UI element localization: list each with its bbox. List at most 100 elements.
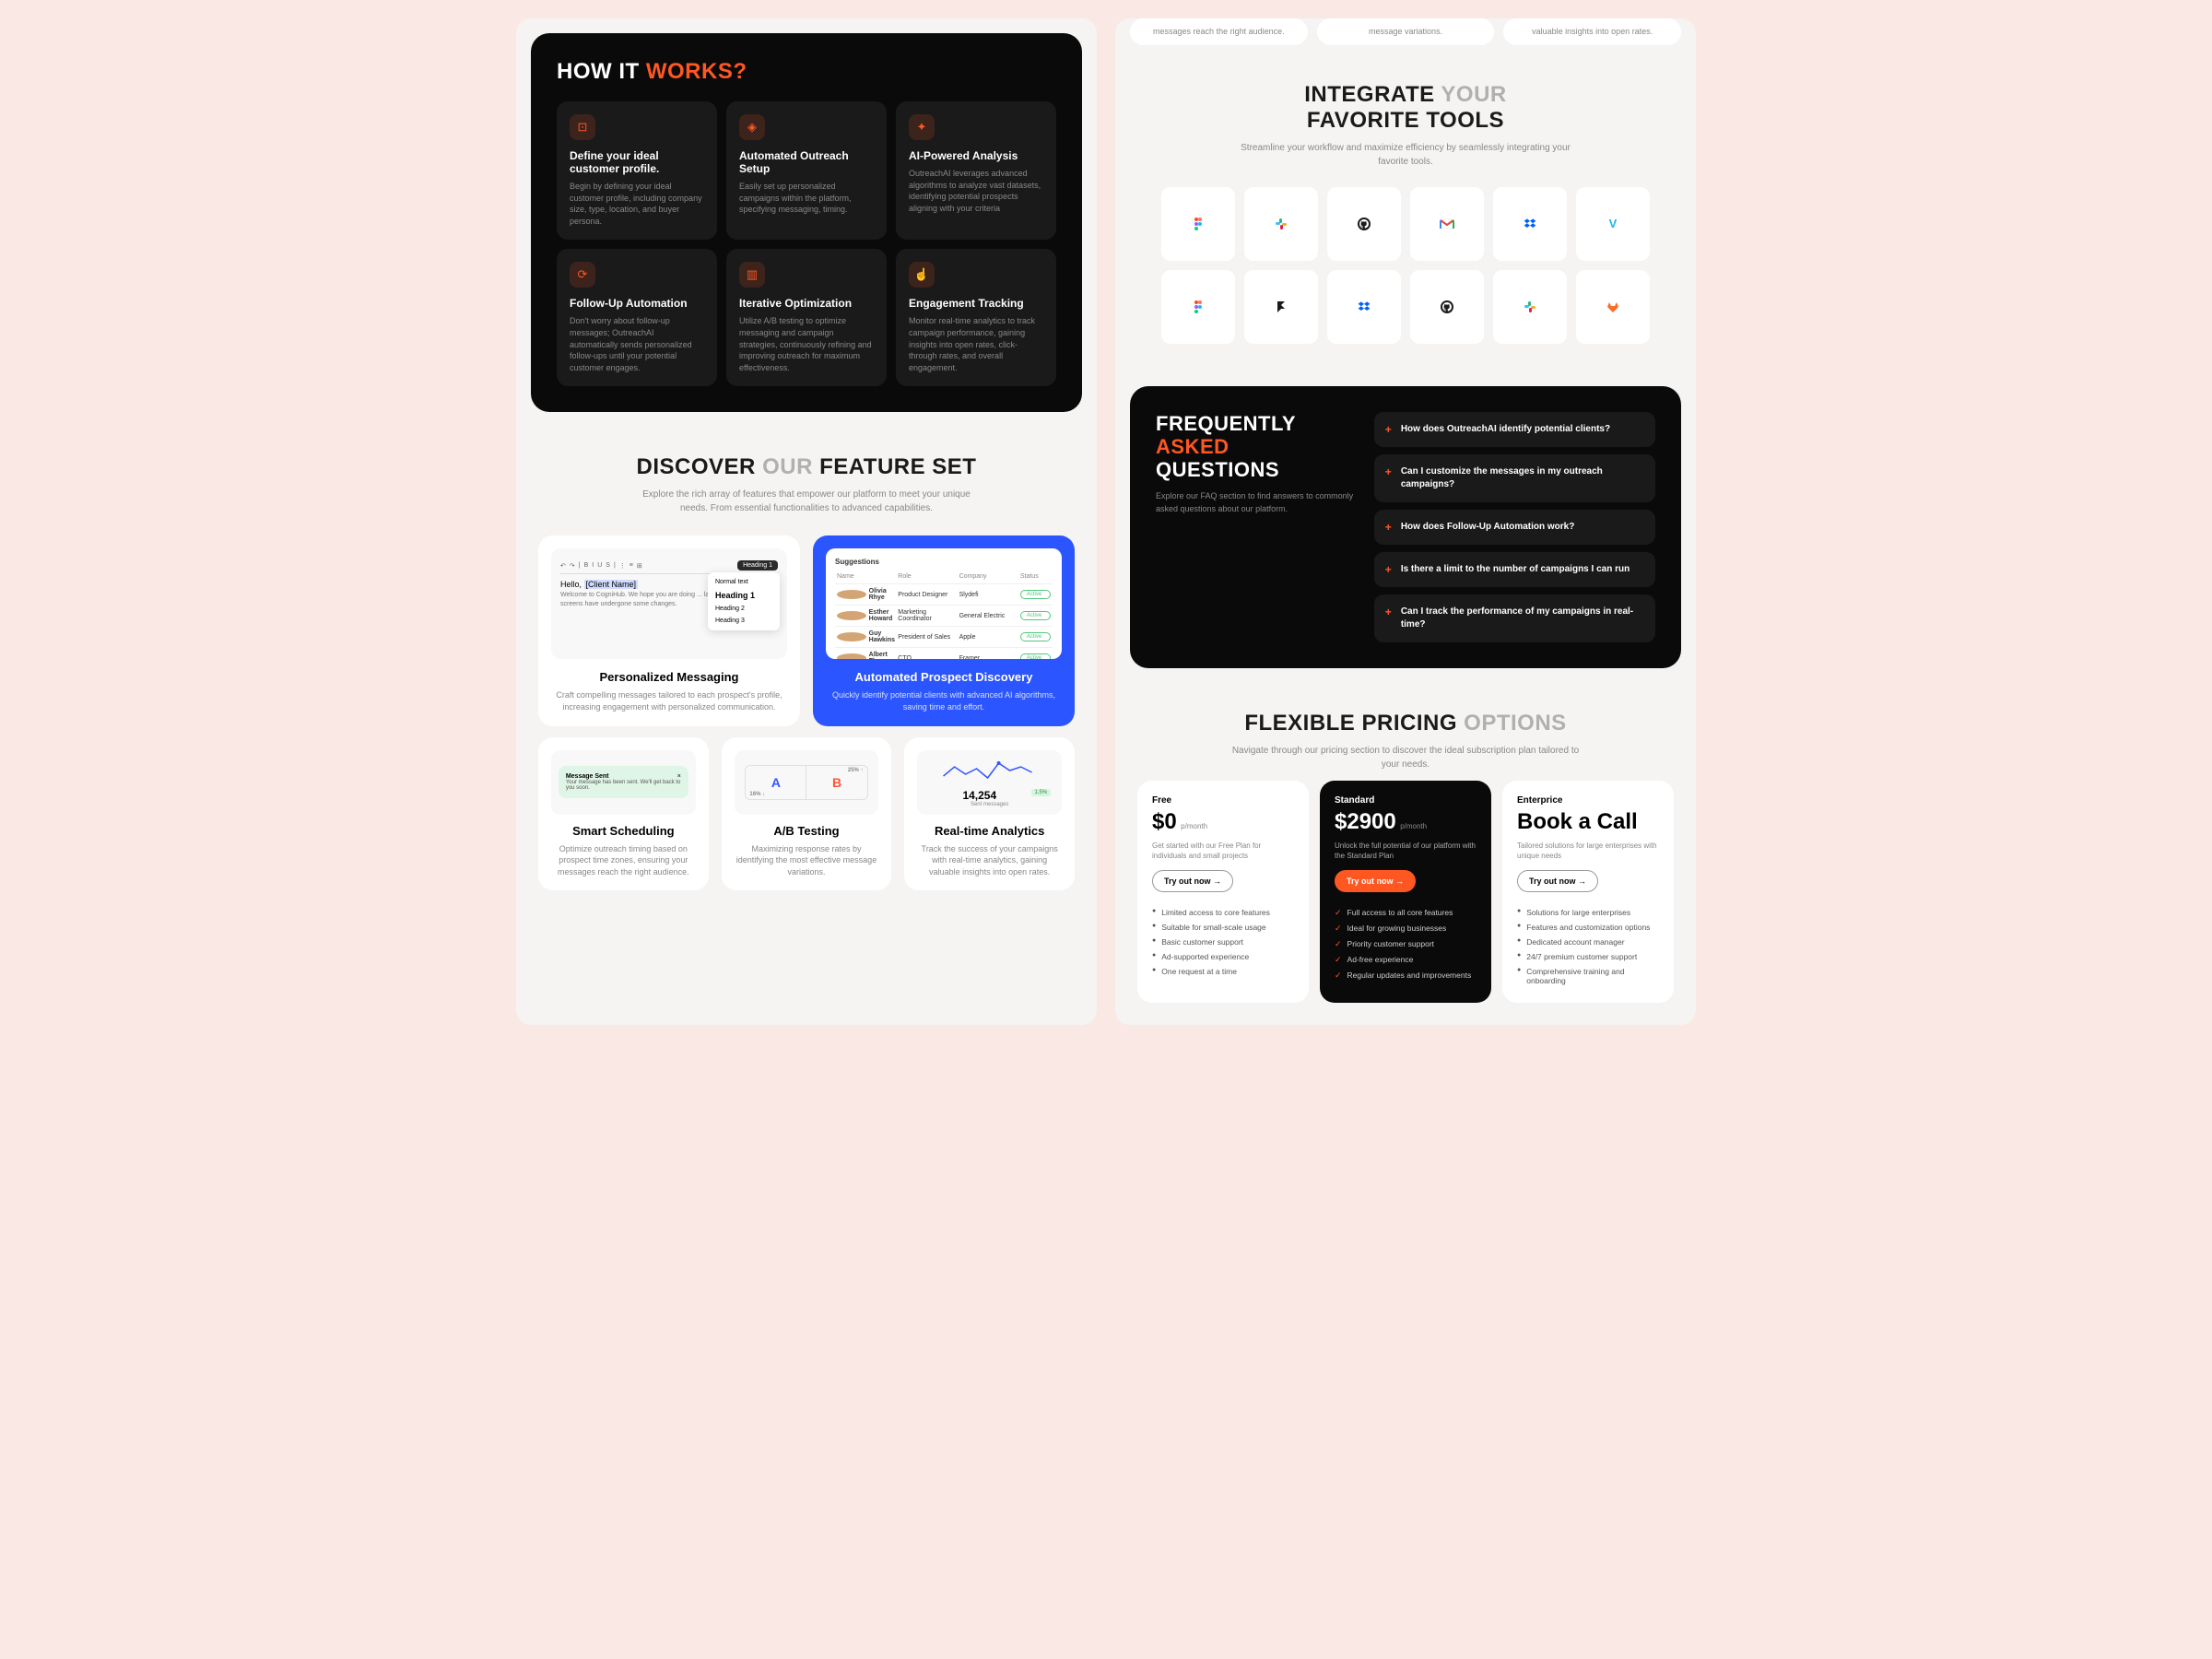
feature-personalized-messaging[interactable]: ↶↷|BIUS|⋮≡⊞ Heading 1 Hello, [Client Nam…	[538, 535, 800, 725]
price-desc: Get started with our Free Plan for indiv…	[1152, 841, 1294, 861]
hiw-card: ☝Engagement TrackingMonitor real-time an…	[896, 249, 1056, 386]
figma-icon[interactable]	[1161, 187, 1235, 261]
price-feature: Ad-free experience	[1335, 952, 1477, 968]
hiw-icon: ⊡	[570, 114, 595, 140]
dropbox-icon[interactable]	[1493, 187, 1567, 261]
suggestion-row[interactable]: Esther HowardMarketing CoordinatorGenera…	[835, 606, 1053, 627]
gitlab-icon[interactable]	[1576, 270, 1650, 344]
try-out-button[interactable]: Try out now →	[1335, 870, 1416, 892]
price-amount: Book a Call	[1517, 809, 1638, 834]
discover-header: DISCOVER OUR FEATURE SET Explore the ric…	[516, 427, 1097, 524]
price-feature: Features and customization options	[1517, 920, 1659, 935]
suggestion-row[interactable]: Olivia RhyeProduct DesignerSlydefiActive	[835, 584, 1053, 606]
feature-title: Personalized Messaging	[551, 670, 787, 684]
hiw-card-desc: Utilize A/B testing to optimize messagin…	[739, 315, 874, 373]
pricing-subtitle: Navigate through our pricing section to …	[1230, 744, 1581, 771]
feature-realtime-analytics[interactable]: 14,2541.5% Sent messages Real-time Analy…	[904, 737, 1075, 891]
hiw-card-desc: Begin by defining your ideal customer pr…	[570, 181, 704, 227]
faq-item[interactable]: + Can I track the performance of my campa…	[1374, 594, 1655, 642]
price-features: Full access to all core featuresIdeal fo…	[1335, 905, 1477, 983]
hiw-card-title: Iterative Optimization	[739, 297, 874, 310]
plus-icon: +	[1385, 521, 1392, 534]
vimeo-icon[interactable]: V	[1576, 187, 1650, 261]
hiw-icon: ⟳	[570, 262, 595, 288]
ab-preview: A16% ↓ B25% ↑	[735, 750, 879, 815]
price-feature: Solutions for large enterprises	[1517, 905, 1659, 920]
feature-title: Automated Prospect Discovery	[826, 670, 1062, 684]
price-feature: Comprehensive training and onboarding	[1517, 964, 1659, 988]
faq-item[interactable]: +Can I customize the messages in my outr…	[1374, 454, 1655, 502]
price-tier: Enterprice	[1517, 795, 1659, 806]
price-features: Limited access to core featuresSuitable …	[1152, 905, 1294, 979]
gmail-icon[interactable]	[1410, 187, 1484, 261]
discover-subtitle: Explore the rich array of features that …	[631, 488, 982, 515]
hiw-card-desc: OutreachAI leverages advanced algorithms…	[909, 168, 1043, 214]
how-it-works-section: HOW IT WORKS? ⊡ Define your ideal custome…	[531, 33, 1082, 412]
how-it-works-title: HOW IT WORKS?	[557, 59, 1056, 85]
dropbox-icon[interactable]	[1327, 270, 1401, 344]
try-out-button[interactable]: Try out now →	[1152, 870, 1233, 892]
price-feature: Priority customer support	[1335, 936, 1477, 952]
hiw-icon: ◈	[739, 114, 765, 140]
price-feature: Ad-supported experience	[1152, 949, 1294, 964]
discover-title: DISCOVER OUR FEATURE SET	[553, 454, 1060, 480]
faq-question: Can I track the performance of my campai…	[1401, 606, 1644, 631]
slack-icon[interactable]	[1244, 187, 1318, 261]
hiw-card-title: AI-Powered Analysis	[909, 149, 1043, 162]
close-icon: ×	[677, 773, 681, 780]
hiw-card-title: Engagement Tracking	[909, 297, 1043, 310]
suggestions-preview: Suggestions NameRoleCompanyStatus Olivia…	[826, 548, 1062, 659]
faq-item[interactable]: +Is there a limit to the number of campa…	[1374, 552, 1655, 587]
github-icon[interactable]	[1327, 187, 1401, 261]
suggestion-row[interactable]: Albert FloresCTOFramerActive	[835, 648, 1053, 659]
hiw-card-title: Define your ideal customer profile.	[570, 149, 704, 175]
price-feature: Full access to all core features	[1335, 905, 1477, 921]
feature-desc: Craft compelling messages tailored to ea…	[551, 689, 787, 712]
hiw-card-desc: Monitor real-time analytics to track cam…	[909, 315, 1043, 373]
faq-question: Is there a limit to the number of campai…	[1401, 563, 1630, 576]
left-column: HOW IT WORKS? ⊡ Define your ideal custome…	[516, 18, 1097, 1025]
price-feature: 24/7 premium customer support	[1517, 949, 1659, 964]
price-card-standard: Standard $2900 p/month Unlock the full p…	[1320, 781, 1491, 1003]
integrate-header: INTEGRATE YOUR FAVORITE TOOLS Streamline…	[1115, 54, 1696, 178]
faq-section: FREQUENTLYASKEDQUESTIONS Explore our FAQ…	[1130, 386, 1681, 668]
slack-icon[interactable]	[1493, 270, 1567, 344]
tools-wrap: V	[1115, 178, 1696, 371]
feature-prospect-discovery[interactable]: Suggestions NameRoleCompanyStatus Olivia…	[813, 535, 1075, 725]
feature-smart-scheduling[interactable]: Message Sent× Your message has been sent…	[538, 737, 709, 891]
feature-small-grid: Message Sent× Your message has been sent…	[516, 737, 1097, 913]
hiw-card-desc: Don't worry about follow-up messages; Ou…	[570, 315, 704, 373]
heading-dropdown[interactable]: Heading 1	[737, 560, 778, 571]
price-tier: Free	[1152, 795, 1294, 806]
hiw-card-desc: Easily set up personalized campaigns wit…	[739, 181, 874, 216]
price-desc: Tailored solutions for large enterprises…	[1517, 841, 1659, 861]
try-out-button[interactable]: Try out now →	[1517, 870, 1598, 892]
figma-icon[interactable]	[1161, 270, 1235, 344]
hiw-card: ⟳ Follow-Up Automation Don't worry about f…	[557, 249, 717, 386]
hiw-card-title: Automated Outreach Setup	[739, 149, 874, 175]
faq-question: Can I customize the messages in my outre…	[1401, 465, 1644, 491]
price-amount: $2900	[1335, 809, 1396, 834]
framer-icon[interactable]	[1244, 270, 1318, 344]
price-card-free: Free $0 p/month Get started with our Fre…	[1137, 781, 1309, 1003]
faq-item[interactable]: +How does Follow-Up Automation work?	[1374, 510, 1655, 545]
plus-icon: +	[1385, 606, 1392, 618]
price-feature: One request at a time	[1152, 964, 1294, 979]
faq-header: FREQUENTLYASKEDQUESTIONS Explore our FAQ…	[1156, 412, 1356, 642]
analytics-preview: 14,2541.5% Sent messages	[917, 750, 1062, 815]
feature-ab-testing[interactable]: A16% ↓ B25% ↑ A/B Testing Maximizing res…	[722, 737, 892, 891]
hiw-card: ◈ Automated Outreach Setup Easily set up p…	[726, 101, 887, 240]
price-card-enterprice: Enterprice Book a Call Tailored solution…	[1502, 781, 1674, 1003]
price-tier: Standard	[1335, 795, 1477, 806]
faq-item[interactable]: +How does OutreachAI identify potential …	[1374, 412, 1655, 447]
hiw-card-title: Follow-Up Automation	[570, 297, 704, 310]
suggestion-row[interactable]: Guy HawkinsPresident of SalesAppleActive	[835, 627, 1053, 648]
heading-menu[interactable]: Normal text Heading 1 Heading 2 Heading …	[708, 572, 780, 630]
hiw-icon: ✦	[909, 114, 935, 140]
price-amount: $0	[1152, 809, 1177, 834]
snippet-row: messages reach the right audience. messa…	[1115, 18, 1696, 54]
undo-icon: ↶	[560, 562, 566, 570]
svg-text:V: V	[1609, 217, 1618, 230]
price-features: Solutions for large enterprisesFeatures …	[1517, 905, 1659, 988]
github-icon[interactable]	[1410, 270, 1484, 344]
